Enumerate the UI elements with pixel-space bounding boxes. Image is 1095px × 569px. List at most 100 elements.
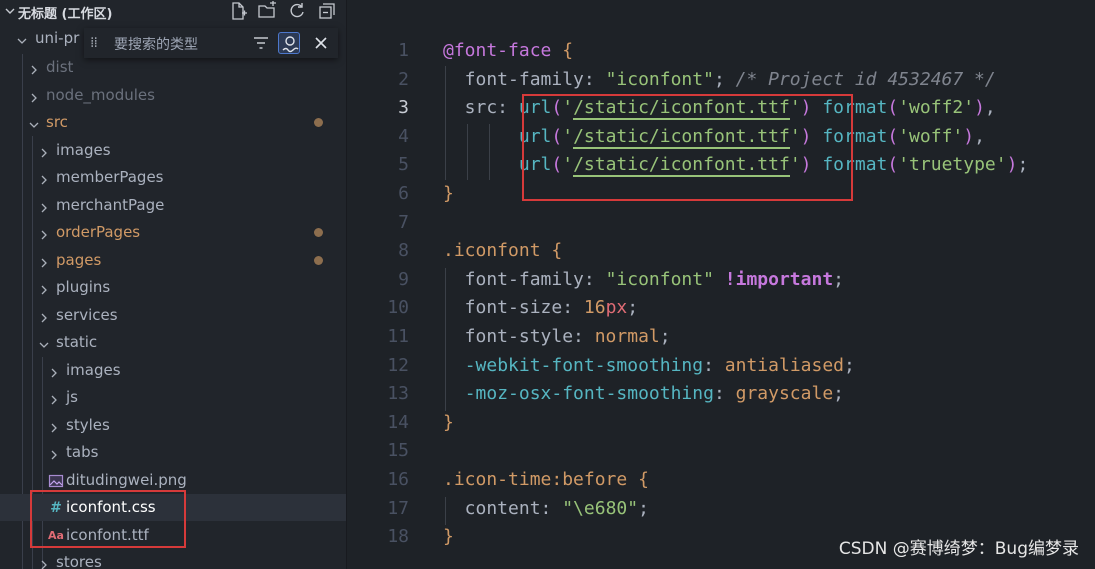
tree-folder-item[interactable]: pages [0,247,346,274]
workspace-header[interactable]: 无标题 (工作区) [0,0,346,24]
tree-file-item[interactable]: ditudingwei.png [0,467,346,494]
tree-item-label: memberPages [56,168,164,186]
new-file-icon[interactable] [228,1,248,21]
tree-folder-item[interactable]: node_modules [0,82,346,109]
code-line[interactable]: 3 src: url('/static/iconfont.ttf') forma… [347,94,1095,123]
code-line[interactable]: 14} [347,409,1095,438]
find-input[interactable]: 要搜索的类型 [114,34,198,54]
tree-folder-item[interactable]: services [0,302,346,329]
code-line[interactable]: 17 content: "\e680"; [347,495,1095,524]
code-line[interactable]: 13 -moz-osx-font-smoothing: grayscale; [347,380,1095,409]
tree-folder-item[interactable]: plugins [0,274,346,301]
filter-icon[interactable] [250,32,272,54]
code-line[interactable]: 10 font-size: 16px; [347,294,1095,323]
tree-folder-item[interactable]: src [0,109,346,136]
line-number: 3 [398,97,409,119]
tree-item-label: iconfont.css [66,498,156,516]
chevron-right-icon [38,254,50,267]
code-text: -webkit-font-smoothing: antialiased; [464,354,855,376]
chevron-down-icon [3,3,17,17]
tree-folder-item[interactable]: images [0,137,346,164]
font-file-icon: Aa [48,528,64,542]
tree-item-label: src [46,113,68,131]
code-line[interactable]: 8 .iconfont { [347,237,1095,266]
code-line[interactable]: 2 font-family: "iconfont"; /* Project id… [347,66,1095,95]
new-folder-icon[interactable] [257,1,277,21]
chevron-right-icon [38,309,50,322]
line-number: 8 [398,240,409,262]
line-number: 4 [398,125,409,147]
code-line[interactable]: 5 url('/static/iconfont.ttf') format('tr… [347,151,1095,180]
workspace-title: 无标题 (工作区) [18,7,113,22]
line-number: 12 [387,354,409,376]
close-icon[interactable] [310,32,332,54]
line-number: 7 [398,211,409,233]
code-line[interactable]: 12 -webkit-font-smoothing: antialiased; [347,352,1095,381]
chevron-down-icon [28,116,40,128]
code-line[interactable]: 6} [347,180,1095,209]
chevron-right-icon [38,144,50,157]
tree-item-label: stores [56,553,102,569]
code-line[interactable]: 16 .icon-time:before { [347,466,1095,495]
chevron-right-icon [38,199,50,212]
chevron-right-icon [48,419,60,432]
code-line[interactable]: 7 [347,209,1095,238]
code-text: -moz-osx-font-smoothing: grayscale; [464,383,845,405]
fuzzy-match-icon[interactable] [278,32,300,54]
modified-dot [314,228,323,237]
code-line[interactable]: 11 font-style: normal; [347,323,1095,352]
collapse-all-icon[interactable] [317,1,337,21]
tree-folder-item[interactable]: tabs [0,439,346,466]
tree-folder-item[interactable]: memberPages [0,164,346,191]
tree-folder-item[interactable]: dist [0,54,346,81]
tree-item-label: js [66,388,78,406]
code-editor[interactable]: 1 @font-face { 2 font-family: "iconfont"; … [347,0,1095,569]
code-text: .iconfont { [443,240,563,262]
code-text: @font-face { [443,40,574,61]
tree-root-label: uni-pr [35,29,80,47]
tree-item-label: styles [66,415,110,434]
line-number: 2 [398,68,409,90]
line-number: 18 [387,526,409,548]
chevron-right-icon [48,446,60,460]
explorer-find-widget[interactable]: ⁞⁞ 要搜索的类型 [84,28,338,58]
code-line[interactable]: 1 @font-face { [347,37,1095,66]
chevron-down-icon [16,32,28,44]
tree-item-label: pages [56,250,102,269]
code-line[interactable]: 9 font-family: "iconfont" !important; [347,266,1095,295]
code-text: content: "\e680"; [443,497,649,519]
tree-item-label: ditudingwei.png [66,470,187,489]
line-number: 6 [398,183,409,204]
tree-file-item[interactable]: Aa iconfont.ttf [0,522,346,549]
css-file-icon: # [50,500,62,516]
code-text: font-style: normal; [443,326,671,347]
tree-folder-item[interactable]: images [0,357,346,384]
tree-folder-item[interactable]: static [0,329,346,356]
line-number: 15 [387,440,409,462]
refresh-icon[interactable] [287,1,307,21]
chevron-right-icon [48,364,60,377]
code-line[interactable]: 4 url('/static/iconfont.ttf') format('wo… [347,123,1095,152]
tree-item-label: merchantPage [56,195,165,214]
chevron-down-icon [38,336,50,348]
chevron-right-icon [38,556,50,569]
line-number: 13 [387,383,409,405]
code-text: font-family: "iconfont" !important; [443,268,844,290]
tree-folder-item[interactable]: stores [0,549,346,569]
modified-dot [314,255,323,265]
tree-folder-item[interactable]: merchantPage [0,192,346,219]
tree-file-item[interactable]: # iconfont.css [0,494,346,521]
tree-folder-item[interactable]: js [0,384,346,411]
code-line[interactable]: 15 [347,437,1095,466]
code-text: } [443,411,454,433]
code-text: url('/static/iconfont.ttf') format('woff… [518,125,985,149]
image-icon [48,473,64,489]
watermark: CSDN @赛博绮梦：Bug编梦录 [838,539,1079,559]
tree-folder-item[interactable]: styles [0,412,346,439]
tree-item-label: images [56,140,111,159]
code-text: url('/static/iconfont.ttf') format('true… [518,154,1029,178]
tree-folder-item[interactable]: orderPages [0,219,346,246]
tree-item-label: images [66,360,121,379]
line-number: 1 [398,40,409,61]
drag-handle-icon[interactable]: ⁞⁞ [90,35,98,51]
